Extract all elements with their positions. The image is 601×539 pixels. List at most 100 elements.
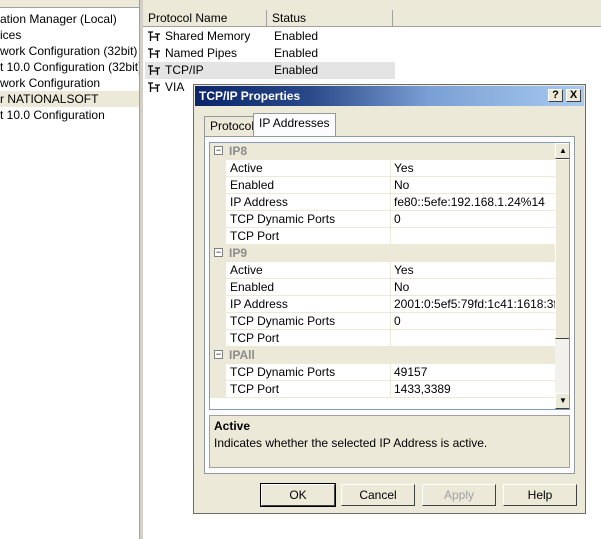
category-label: IPAll (229, 348, 255, 362)
property-name: Active (226, 262, 391, 279)
category-label: IP8 (229, 144, 248, 158)
column-header-protocol-name[interactable]: Protocol Name (143, 10, 267, 27)
protocol-icon (147, 81, 161, 94)
list-toolbar-strip (143, 0, 601, 10)
help-icon[interactable]: ? (548, 89, 563, 102)
property-name: TCP Port (226, 228, 391, 245)
collapse-icon[interactable]: − (214, 248, 223, 257)
property-value[interactable]: Yes (391, 262, 555, 279)
dialog-titlebar[interactable]: TCP/IP Properties ? X (195, 86, 584, 106)
property-row[interactable]: TCP Dynamic Ports 0 (210, 313, 555, 330)
protocol-name: VIA (165, 80, 185, 94)
tree-item[interactable]: t 10.0 Configuration (32bit) (0, 59, 139, 75)
property-row[interactable]: IP Address 2001:0:5ef5:79fd:1c41:1618:3f5… (210, 296, 555, 313)
property-name: TCP Port (226, 330, 391, 347)
property-value[interactable]: No (391, 279, 555, 296)
protocol-name: TCP/IP (165, 63, 204, 77)
property-description-panel: Active Indicates whether the selected IP… (209, 415, 570, 468)
collapse-icon[interactable]: − (214, 350, 223, 359)
property-row[interactable]: Active Yes (210, 262, 555, 279)
scroll-down-icon[interactable]: ▼ (555, 393, 569, 409)
property-value[interactable]: fe80::5efe:192.168.1.24%14 (391, 194, 555, 211)
property-name: TCP Dynamic Ports (226, 364, 391, 381)
protocol-icon (147, 47, 161, 60)
property-category[interactable]: − IP8 (210, 143, 555, 160)
row-gutter (210, 313, 226, 330)
help-button[interactable]: Help (503, 484, 577, 506)
protocol-row[interactable]: TCP/IP Enabled (145, 62, 395, 79)
scroll-thumb[interactable] (555, 159, 569, 339)
protocol-row[interactable]: Named Pipes Enabled (145, 45, 395, 62)
row-gutter (210, 330, 226, 347)
property-grid: − IP8 Active Yes Enabled No IP Address fe80::5e… (209, 142, 570, 410)
property-grid-scrollbar[interactable]: ▲ ▼ (555, 143, 569, 409)
ok-button[interactable]: OK (260, 483, 336, 507)
protocol-icon (147, 30, 161, 43)
row-gutter (210, 211, 226, 228)
row-gutter (210, 381, 226, 398)
column-header-empty (393, 10, 601, 27)
property-row[interactable]: IP Address fe80::5efe:192.168.1.24%14 (210, 194, 555, 211)
row-gutter (210, 296, 226, 313)
property-value[interactable]: 0 (391, 313, 555, 330)
property-name: Enabled (226, 279, 391, 296)
property-value[interactable]: 0 (391, 211, 555, 228)
property-category[interactable]: − IP9 (210, 245, 555, 262)
property-value[interactable]: 49157 (391, 364, 555, 381)
property-row[interactable]: Enabled No (210, 177, 555, 194)
property-row[interactable]: TCP Dynamic Ports 0 (210, 211, 555, 228)
column-header-status[interactable]: Status (267, 10, 393, 27)
tab-panel-ip-addresses: − IP8 Active Yes Enabled No IP Address fe80::5e… (204, 136, 575, 474)
scroll-up-icon[interactable]: ▲ (555, 143, 569, 159)
tree-item[interactable]: r NATIONALSOFT (0, 91, 139, 107)
dialog-title: TCP/IP Properties (199, 89, 301, 103)
property-row[interactable]: Active Yes (210, 160, 555, 177)
description-text: Indicates whether the selected IP Addres… (214, 436, 488, 450)
tree-item[interactable]: ices (0, 27, 139, 43)
protocol-status: Enabled (274, 63, 319, 77)
protocol-row[interactable]: Shared Memory Enabled (145, 28, 395, 45)
property-value[interactable]: 2001:0:5ef5:79fd:1c41:1618:3f57 (391, 296, 555, 313)
property-value[interactable]: Yes (391, 160, 555, 177)
tab-protocol[interactable]: Protocol (204, 116, 261, 136)
property-row[interactable]: TCP Dynamic Ports 49157 (210, 364, 555, 381)
tcpip-properties-dialog: TCP/IP Properties ? X Protocol IP Addres… (193, 84, 586, 514)
property-value[interactable]: 1433,3389 (391, 381, 555, 398)
protocol-status: Enabled (274, 46, 319, 60)
property-category[interactable]: − IPAll (210, 347, 555, 364)
property-row[interactable]: TCP Port (210, 330, 555, 347)
property-name: Enabled (226, 177, 391, 194)
description-title: Active (214, 419, 251, 433)
tree-pane: ation Manager (Local) ices work Configurat… (0, 0, 140, 539)
close-icon[interactable]: X (566, 89, 581, 102)
property-row[interactable]: TCP Port 1433,3389 (210, 381, 555, 398)
property-value[interactable]: No (391, 177, 555, 194)
row-gutter (210, 160, 226, 177)
property-value[interactable] (391, 228, 555, 245)
row-gutter (210, 228, 226, 245)
property-name: TCP Port (226, 381, 391, 398)
row-gutter (210, 364, 226, 381)
tree-item[interactable]: work Configuration (32bit) (0, 43, 139, 59)
tab-ip-addresses[interactable]: IP Addresses (253, 113, 336, 136)
property-name: TCP Dynamic Ports (226, 211, 391, 228)
property-value[interactable] (391, 330, 555, 347)
cancel-button[interactable]: Cancel (341, 484, 415, 506)
tree-item[interactable]: t 10.0 Configuration (0, 107, 139, 123)
collapse-icon[interactable]: − (214, 146, 223, 155)
property-row[interactable]: Enabled No (210, 279, 555, 296)
property-row[interactable]: TCP Port (210, 228, 555, 245)
protocol-name: Shared Memory (165, 29, 251, 43)
tree-item[interactable]: ation Manager (Local) (0, 11, 139, 27)
property-name: TCP Dynamic Ports (226, 313, 391, 330)
category-label: IP9 (229, 246, 248, 260)
tree-item[interactable]: work Configuration (0, 75, 139, 91)
protocol-icon (147, 64, 161, 77)
row-gutter (210, 262, 226, 279)
row-gutter (210, 177, 226, 194)
protocol-name: Named Pipes (165, 46, 238, 60)
row-gutter (210, 194, 226, 211)
apply-button[interactable]: Apply (422, 484, 496, 506)
protocol-status: Enabled (274, 29, 319, 43)
tree-toolbar-strip (0, 0, 139, 8)
